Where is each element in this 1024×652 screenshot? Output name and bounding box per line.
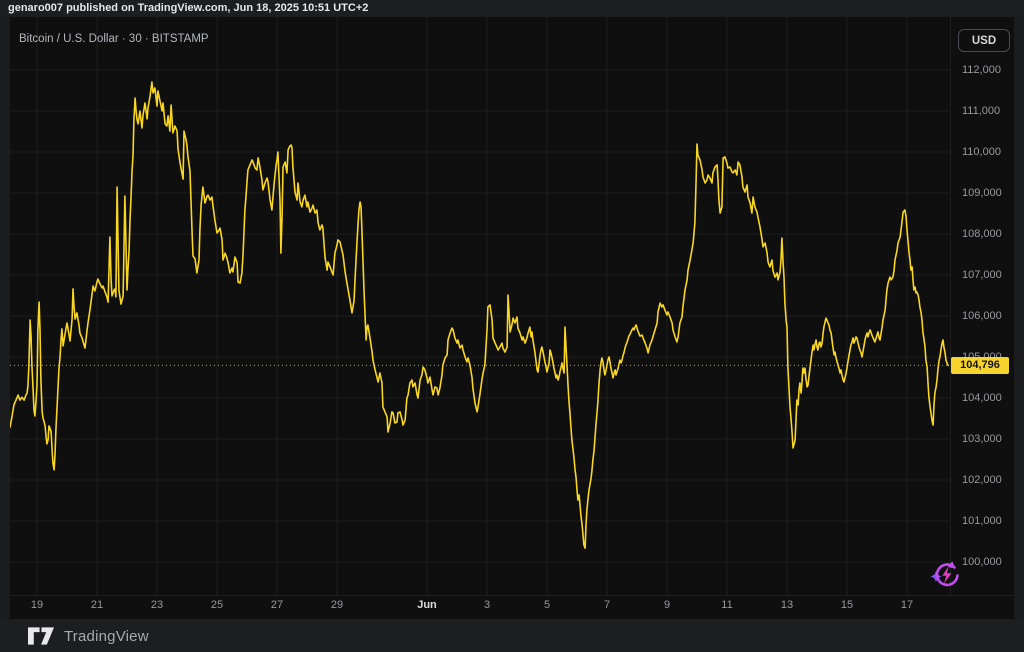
price-tick-label: 112,000 — [962, 64, 1001, 76]
publish-info-bar: genaro007 published on TradingView.com, … — [0, 0, 1024, 17]
price-tick-label: 108,000 — [962, 228, 1002, 240]
time-tick-label: 29 — [331, 599, 343, 611]
time-tick-label: 27 — [271, 599, 283, 611]
price-axis[interactable]: 112,000 111,000 110,000 109,000 108,000 107,0… — [950, 17, 1014, 595]
price-tick-label: 103,000 — [962, 433, 1002, 445]
time-tick-label: 11 — [721, 599, 732, 611]
time-tick-label: 21 — [91, 599, 103, 611]
currency-toggle-button[interactable]: USD — [958, 29, 1010, 52]
last-price-label[interactable]: 104,796 — [951, 357, 1009, 374]
publish-info-text: genaro007 published on TradingView.com, … — [8, 2, 368, 14]
time-tick-label: Jun — [417, 599, 437, 611]
time-tick-label: 23 — [151, 599, 163, 611]
tradingview-brand: TradingView — [64, 628, 149, 645]
time-tick-label: 15 — [841, 599, 853, 611]
boost-icon[interactable] — [925, 555, 965, 595]
price-tick-label: 100,000 — [962, 556, 1002, 568]
price-tick-label: 110,000 — [962, 146, 1001, 158]
tradingview-logo-icon — [28, 627, 55, 645]
tradingview-logo[interactable]: TradingView — [28, 627, 149, 645]
price-tick-label: 102,000 — [962, 474, 1002, 486]
price-tick-label: 101,000 — [962, 515, 1002, 527]
published-chart-page: genaro007 published on TradingView.com, … — [0, 0, 1024, 652]
price-chart-canvas[interactable] — [0, 0, 1024, 652]
footer — [0, 619, 1024, 652]
time-tick-label: 19 — [31, 599, 43, 611]
price-tick-label: 109,000 — [962, 187, 1002, 199]
price-tick-label: 104,000 — [962, 392, 1002, 404]
price-tick-label: 107,000 — [962, 269, 1002, 281]
price-tick-label: 111,000 — [962, 105, 1000, 117]
price-tick-label: 106,000 — [962, 310, 1002, 322]
chart-title: Bitcoin / U.S. Dollar · 30 · BITSTAMP — [19, 33, 209, 45]
time-tick-label: 3 — [484, 599, 490, 611]
time-tick-label: 7 — [604, 599, 610, 611]
time-tick-label: 9 — [664, 599, 670, 611]
time-axis[interactable]: 19 21 23 25 27 29 Jun 3 5 7 9 11 13 15 17 — [10, 595, 950, 619]
lightning-bolt-icon — [942, 567, 951, 584]
time-tick-label: 5 — [544, 599, 550, 611]
time-tick-label: 17 — [901, 599, 913, 611]
time-tick-label: 13 — [781, 599, 793, 611]
time-tick-label: 25 — [211, 599, 223, 611]
